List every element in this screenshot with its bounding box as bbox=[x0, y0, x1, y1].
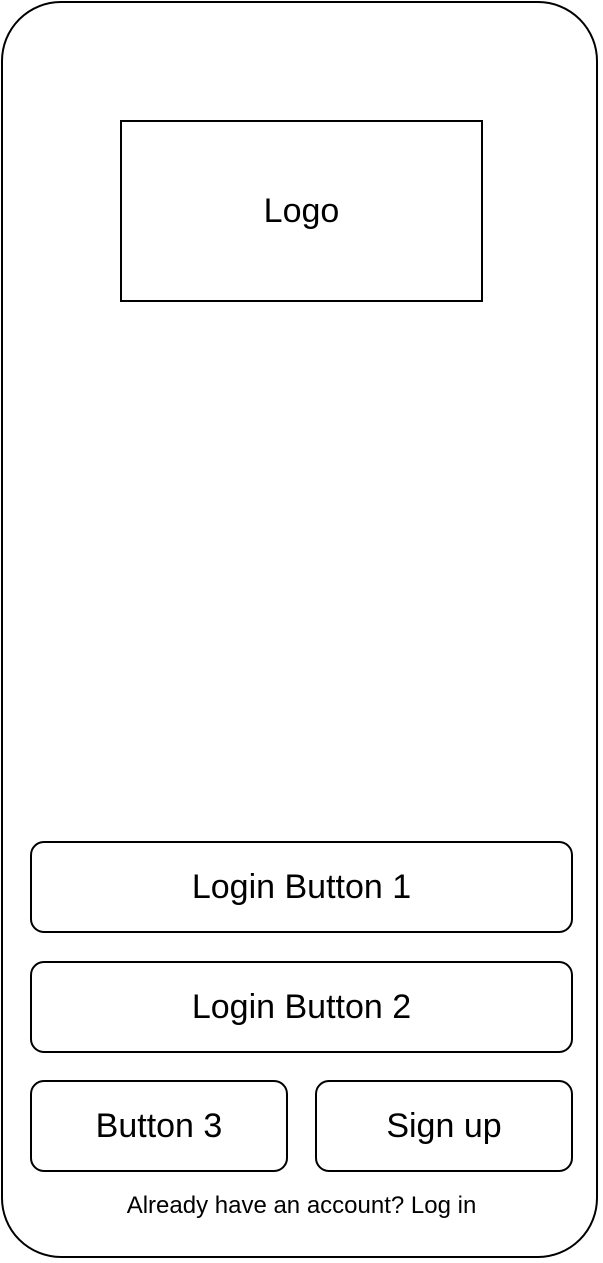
logo-label: Logo bbox=[263, 191, 340, 230]
button-3[interactable]: Button 3 bbox=[30, 1080, 288, 1172]
sign-up-button[interactable]: Sign up bbox=[315, 1080, 573, 1172]
login-prompt-text[interactable]: Already have an account? Log in bbox=[0, 1188, 603, 1224]
login-button-2[interactable]: Login Button 2 bbox=[30, 961, 573, 1053]
login-button-1-label: Login Button 1 bbox=[191, 867, 412, 906]
button-3-label: Button 3 bbox=[95, 1106, 223, 1145]
logo-placeholder: Logo bbox=[120, 120, 483, 302]
sign-up-button-label: Sign up bbox=[386, 1106, 502, 1145]
login-button-2-label: Login Button 2 bbox=[191, 987, 412, 1026]
login-button-1[interactable]: Login Button 1 bbox=[30, 841, 573, 933]
